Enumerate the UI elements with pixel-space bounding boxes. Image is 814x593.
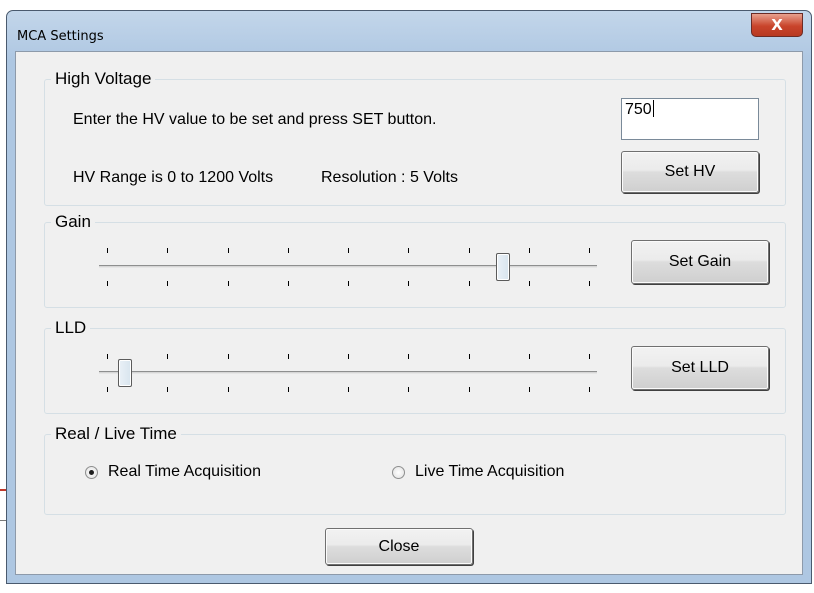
slider-tick bbox=[589, 281, 590, 286]
set-hv-button-label: Set HV bbox=[664, 163, 716, 180]
background-window-strip bbox=[0, 0, 814, 10]
window-title: MCA Settings bbox=[17, 29, 104, 44]
lld-slider[interactable] bbox=[99, 351, 597, 395]
slider-tick bbox=[408, 281, 409, 286]
hv-value-input[interactable]: 750 bbox=[621, 98, 759, 140]
slider-tick bbox=[348, 354, 349, 359]
slider-tick bbox=[469, 387, 470, 392]
set-gain-button[interactable]: Set Gain bbox=[631, 240, 769, 284]
slider-track[interactable] bbox=[99, 371, 597, 374]
window-close-button[interactable]: X bbox=[751, 13, 803, 37]
close-button-label: Close bbox=[378, 538, 420, 555]
slider-tick bbox=[167, 387, 168, 392]
slider-tick bbox=[107, 248, 108, 253]
slider-tick bbox=[288, 281, 289, 286]
slider-tick bbox=[469, 248, 470, 253]
slider-tick bbox=[228, 281, 229, 286]
high-voltage-group: High Voltage Enter the HV value to be se… bbox=[44, 70, 786, 206]
real-time-radio-label: Real Time Acquisition bbox=[108, 463, 261, 480]
slider-tick bbox=[348, 248, 349, 253]
slider-tick bbox=[529, 248, 530, 253]
lld-group-label: LLD bbox=[51, 319, 91, 337]
text-caret bbox=[652, 100, 654, 117]
set-lld-button[interactable]: Set LLD bbox=[631, 346, 769, 390]
slider-tick bbox=[107, 387, 108, 392]
slider-tick bbox=[589, 354, 590, 359]
slider-tick bbox=[167, 354, 168, 359]
slider-tick bbox=[288, 387, 289, 392]
set-gain-button-label: Set Gain bbox=[668, 253, 732, 270]
slider-tick bbox=[408, 248, 409, 253]
real-live-time-group-label: Real / Live Time bbox=[51, 425, 181, 443]
hv-range-text: HV Range is 0 to 1200 Volts bbox=[73, 169, 274, 186]
live-time-radio-label: Live Time Acquisition bbox=[415, 463, 565, 480]
set-lld-button-label: Set LLD bbox=[671, 359, 729, 376]
close-button[interactable]: Close bbox=[325, 528, 473, 565]
high-voltage-group-label: High Voltage bbox=[51, 70, 156, 88]
real-time-radio-option[interactable]: Real Time Acquisition bbox=[85, 463, 325, 485]
close-icon: X bbox=[771, 16, 783, 34]
title-bar[interactable]: MCA Settings X bbox=[7, 11, 811, 51]
live-time-radio-button[interactable] bbox=[392, 466, 405, 479]
slider-tick bbox=[469, 281, 470, 286]
slider-tick bbox=[348, 387, 349, 392]
slider-tick bbox=[167, 281, 168, 286]
slider-tick bbox=[589, 248, 590, 253]
slider-track[interactable] bbox=[99, 265, 597, 268]
slider-thumb[interactable] bbox=[496, 253, 510, 281]
slider-tick bbox=[288, 248, 289, 253]
live-time-radio-option[interactable]: Live Time Acquisition bbox=[392, 463, 632, 485]
slider-tick bbox=[529, 281, 530, 286]
real-time-radio-button[interactable] bbox=[85, 466, 98, 479]
hv-value-text: 750 bbox=[625, 101, 652, 118]
mca-settings-dialog: MCA Settings X High Voltage Enter the HV… bbox=[6, 10, 812, 584]
set-hv-button[interactable]: Set HV bbox=[621, 151, 759, 193]
lld-group: LLD Set LLD bbox=[44, 319, 786, 414]
slider-tick bbox=[408, 387, 409, 392]
hv-instruction-text: Enter the HV value to be set and press S… bbox=[73, 111, 437, 128]
gain-group-label: Gain bbox=[51, 213, 95, 231]
slider-tick bbox=[228, 354, 229, 359]
slider-thumb[interactable] bbox=[118, 359, 132, 387]
gain-group: Gain Set Gain bbox=[44, 213, 786, 308]
radio-selected-dot bbox=[89, 470, 94, 475]
slider-tick bbox=[107, 354, 108, 359]
slider-tick bbox=[529, 354, 530, 359]
slider-tick bbox=[408, 354, 409, 359]
gain-slider[interactable] bbox=[99, 245, 597, 289]
slider-tick bbox=[167, 248, 168, 253]
slider-tick bbox=[288, 354, 289, 359]
slider-tick bbox=[529, 387, 530, 392]
real-live-time-group: Real / Live Time Real Time Acquisition L… bbox=[44, 425, 786, 515]
hv-resolution-text: Resolution : 5 Volts bbox=[321, 169, 458, 186]
slider-tick bbox=[228, 248, 229, 253]
slider-tick bbox=[348, 281, 349, 286]
slider-tick bbox=[469, 354, 470, 359]
slider-tick bbox=[589, 387, 590, 392]
slider-tick bbox=[228, 387, 229, 392]
slider-tick bbox=[107, 281, 108, 286]
dialog-client-area: High Voltage Enter the HV value to be se… bbox=[15, 51, 803, 575]
